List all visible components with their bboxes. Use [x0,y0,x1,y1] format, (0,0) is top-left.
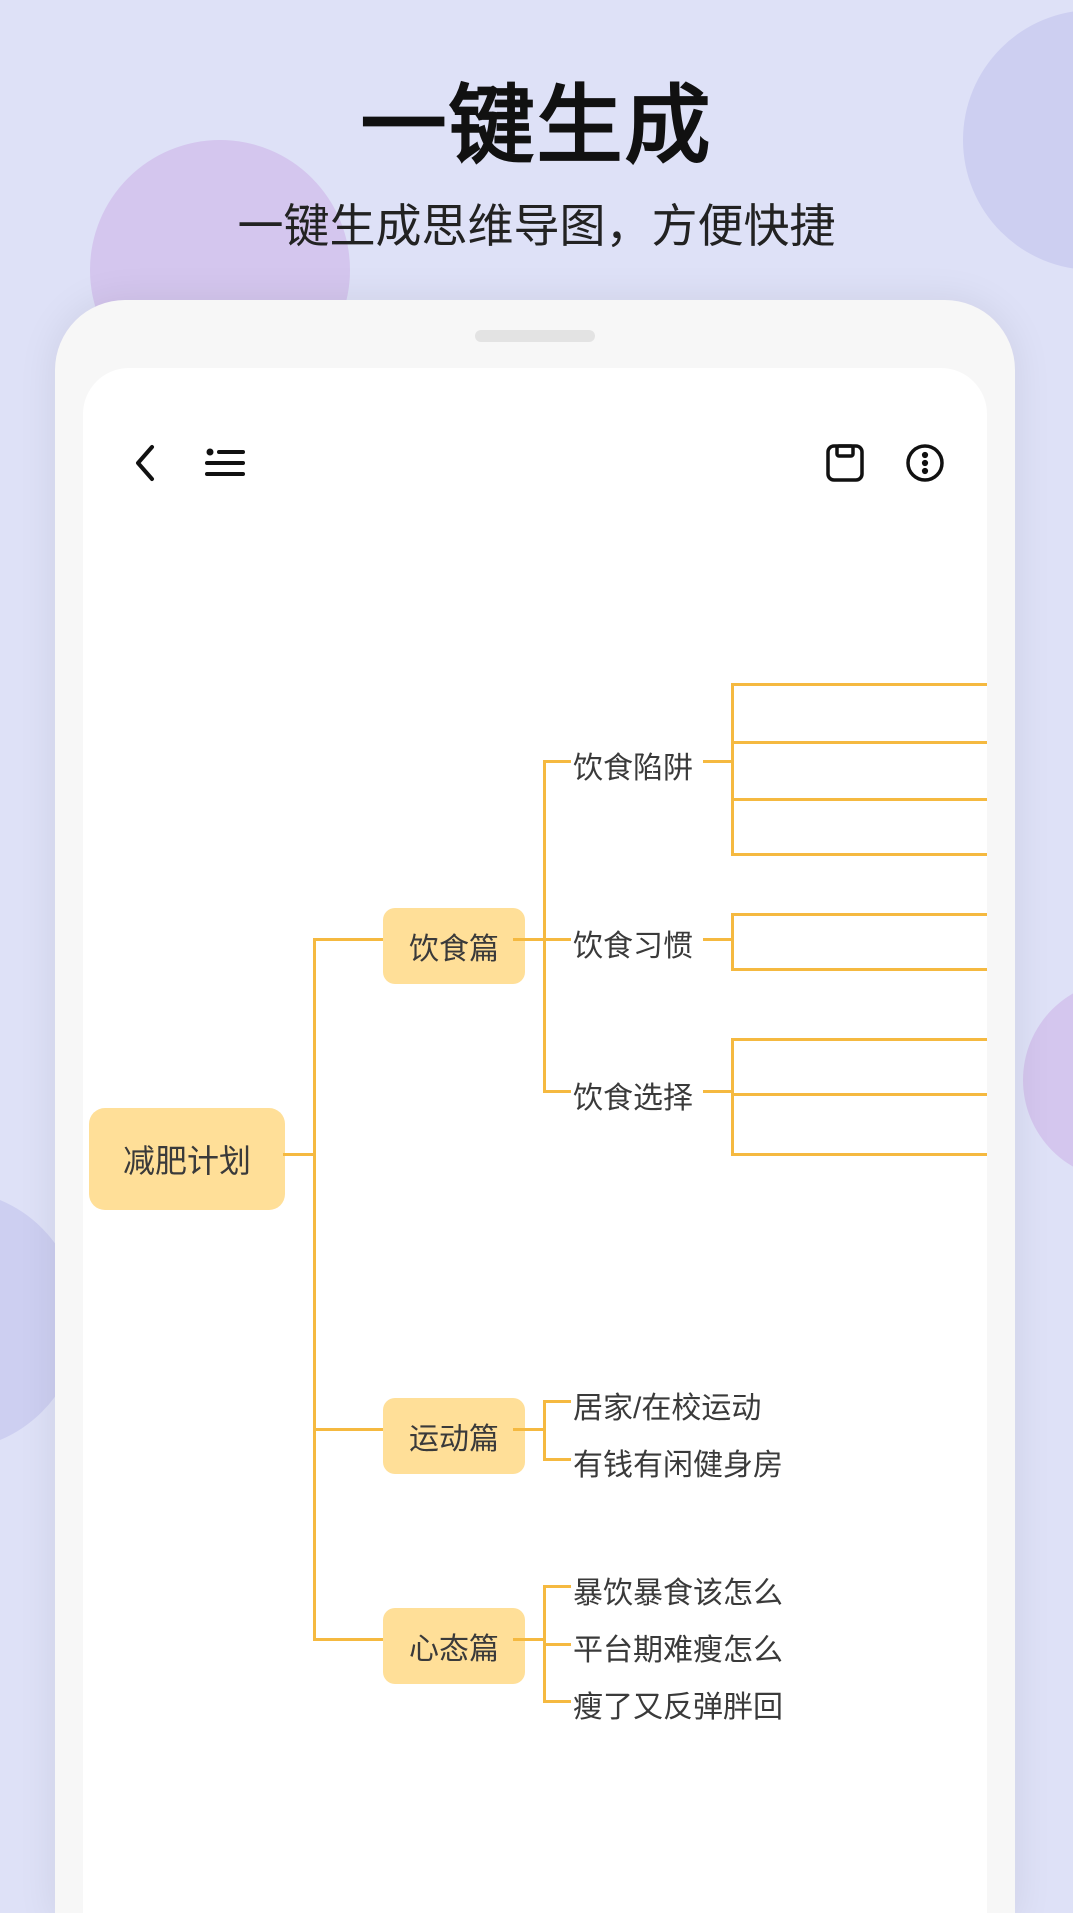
mindmap-connector [703,1090,731,1093]
mindmap-connector [731,1153,987,1156]
hero-block: 一键生成 一键生成思维导图，方便快捷 [0,55,1073,256]
mindmap-connector [543,1090,571,1093]
more-vertical-icon [905,443,945,483]
mindmap-leaf-node[interactable]: 暴饮暴食该怎么 [573,1568,783,1612]
mindmap-connector [731,968,987,971]
mindmap-leaf-node[interactable]: 平台期难瘦怎么 [573,1625,783,1669]
mindmap-node[interactable]: 运动篇 [383,1398,525,1474]
phone-speaker [475,330,595,342]
mindmap-root-node[interactable]: 减肥计划 [89,1108,285,1210]
app-promo-page: 一键生成 一键生成思维导图，方便快捷 [0,0,1073,1913]
mindmap-canvas[interactable]: 减肥计划 饮食篇 运动篇 心态篇 饮食陷阱 饮食习惯 饮食选择 居家/在校运动 … [83,528,987,1913]
mindmap-connector [513,938,543,941]
hero-title: 一键生成 [0,55,1073,180]
mindmap-connector [731,683,734,853]
mindmap-leaf-node[interactable]: 瘦了又反弹胖回 [573,1682,783,1726]
mindmap-connector [543,1585,571,1588]
mindmap-leaf-node[interactable]: 饮食选择 [573,1073,693,1117]
mindmap-connector [313,938,383,941]
mindmap-connector [731,853,987,856]
mindmap-connector [731,683,987,686]
mindmap-connector [703,760,731,763]
mindmap-connector [313,1638,383,1641]
save-button[interactable] [823,441,867,485]
mindmap-connector [283,1153,313,1156]
mindmap-connector [543,1700,571,1703]
back-button[interactable] [123,441,167,485]
mindmap-node[interactable]: 心态篇 [383,1608,525,1684]
hero-subtitle: 一键生成思维导图，方便快捷 [0,190,1073,256]
mindmap-leaf-node[interactable]: 有钱有闲健身房 [573,1440,783,1484]
mindmap-connector [513,1638,543,1641]
mindmap-connector [543,1458,571,1461]
bg-decor [1023,980,1073,1180]
toolbar [83,428,987,498]
chevron-left-icon [132,443,158,483]
phone-screen: 减肥计划 饮食篇 运动篇 心态篇 饮食陷阱 饮食习惯 饮食选择 居家/在校运动 … [83,368,987,1913]
mindmap-connector [543,1400,546,1458]
list-icon [205,446,245,480]
mindmap-connector [731,1093,987,1096]
mindmap-connector [731,798,987,801]
mindmap-connector [513,1428,543,1431]
mindmap-leaf-node[interactable]: 饮食习惯 [573,921,693,965]
outline-button[interactable] [203,441,247,485]
mindmap-connector [313,1428,383,1431]
mindmap-connector [543,760,546,1090]
mindmap-connector [543,760,571,763]
mindmap-connector [731,913,734,968]
mindmap-connector [731,741,987,744]
mindmap-connector [731,1038,987,1041]
mindmap-leaf-node[interactable]: 居家/在校运动 [573,1383,761,1427]
mindmap-connector [543,1643,571,1646]
mindmap-connector [313,938,316,1638]
more-button[interactable] [903,441,947,485]
phone-frame: 减肥计划 饮食篇 运动篇 心态篇 饮食陷阱 饮食习惯 饮食选择 居家/在校运动 … [55,300,1015,1913]
mindmap-connector [731,913,987,916]
save-icon [825,443,865,483]
mindmap-leaf-node[interactable]: 饮食陷阱 [573,743,693,787]
mindmap-node[interactable]: 饮食篇 [383,908,525,984]
mindmap-connector [543,1400,571,1403]
mindmap-connector [543,938,571,941]
mindmap-connector [703,938,731,941]
